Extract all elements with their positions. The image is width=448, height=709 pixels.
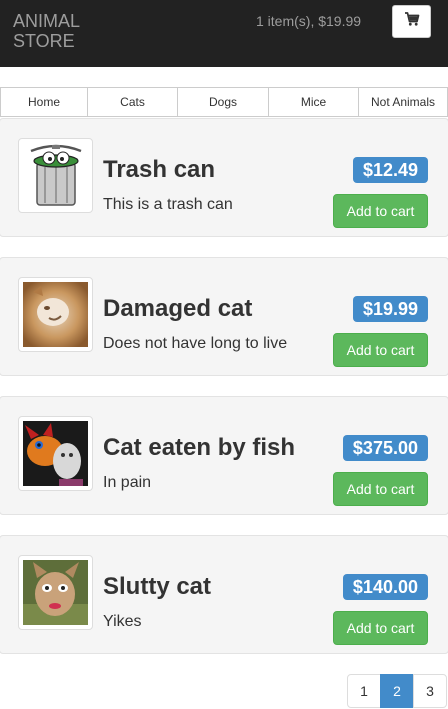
add-to-cart-button[interactable]: Add to cart xyxy=(333,611,428,645)
tab-dogs[interactable]: Dogs xyxy=(177,87,269,117)
product-card: Trash can This is a trash can $12.49 Add… xyxy=(0,118,448,237)
trash-can-image xyxy=(23,143,88,208)
product-thumbnail[interactable] xyxy=(18,138,93,213)
product-description: Yikes xyxy=(103,613,142,630)
price-badge: $140.00 xyxy=(342,574,428,600)
product-thumbnail[interactable] xyxy=(18,555,93,630)
tab-home[interactable]: Home xyxy=(0,87,88,117)
tab-cats[interactable]: Cats xyxy=(87,87,178,117)
product-name[interactable]: Trash can xyxy=(103,156,215,184)
cart-summary: 1 item(s), $19.99 xyxy=(256,13,362,29)
shopping-cart-icon xyxy=(404,11,420,32)
page-2-button[interactable]: 2 xyxy=(380,674,414,708)
cart-button[interactable] xyxy=(392,5,431,38)
page-1-button[interactable]: 1 xyxy=(347,674,381,708)
slutty-cat-image xyxy=(23,560,88,625)
damaged-cat-image xyxy=(23,282,88,347)
product-card: Cat eaten by fish In pain $375.00 Add to… xyxy=(0,396,448,515)
product-name[interactable]: Slutty cat xyxy=(103,573,211,601)
product-description: Does not have long to live xyxy=(103,335,288,352)
category-nav: Home Cats Dogs Mice Not Animals xyxy=(0,87,448,117)
add-to-cart-button[interactable]: Add to cart xyxy=(333,333,428,367)
pagination: 1 2 3 xyxy=(347,674,447,708)
product-description: This is a trash can xyxy=(103,196,233,213)
page-3-button[interactable]: 3 xyxy=(413,674,447,708)
product-description: In pain xyxy=(103,474,152,491)
add-to-cart-button[interactable]: Add to cart xyxy=(333,472,428,506)
product-name[interactable]: Cat eaten by fish xyxy=(103,434,295,462)
cat-eaten-by-fish-image xyxy=(23,421,88,486)
product-thumbnail[interactable] xyxy=(18,277,93,352)
tab-mice[interactable]: Mice xyxy=(268,87,359,117)
price-badge: $19.99 xyxy=(352,296,428,322)
product-card: Slutty cat Yikes $140.00 Add to cart xyxy=(0,535,448,654)
brand-logo[interactable]: ANIMAL STORE xyxy=(13,11,133,51)
navbar: ANIMAL STORE 1 item(s), $19.99 xyxy=(0,0,448,67)
price-badge: $12.49 xyxy=(352,157,428,183)
product-card: Damaged cat Does not have long to live $… xyxy=(0,257,448,376)
tab-not-animals[interactable]: Not Animals xyxy=(358,87,448,117)
product-thumbnail[interactable] xyxy=(18,416,93,491)
price-badge: $375.00 xyxy=(342,435,428,461)
product-name[interactable]: Damaged cat xyxy=(103,295,252,323)
add-to-cart-button[interactable]: Add to cart xyxy=(333,194,428,228)
